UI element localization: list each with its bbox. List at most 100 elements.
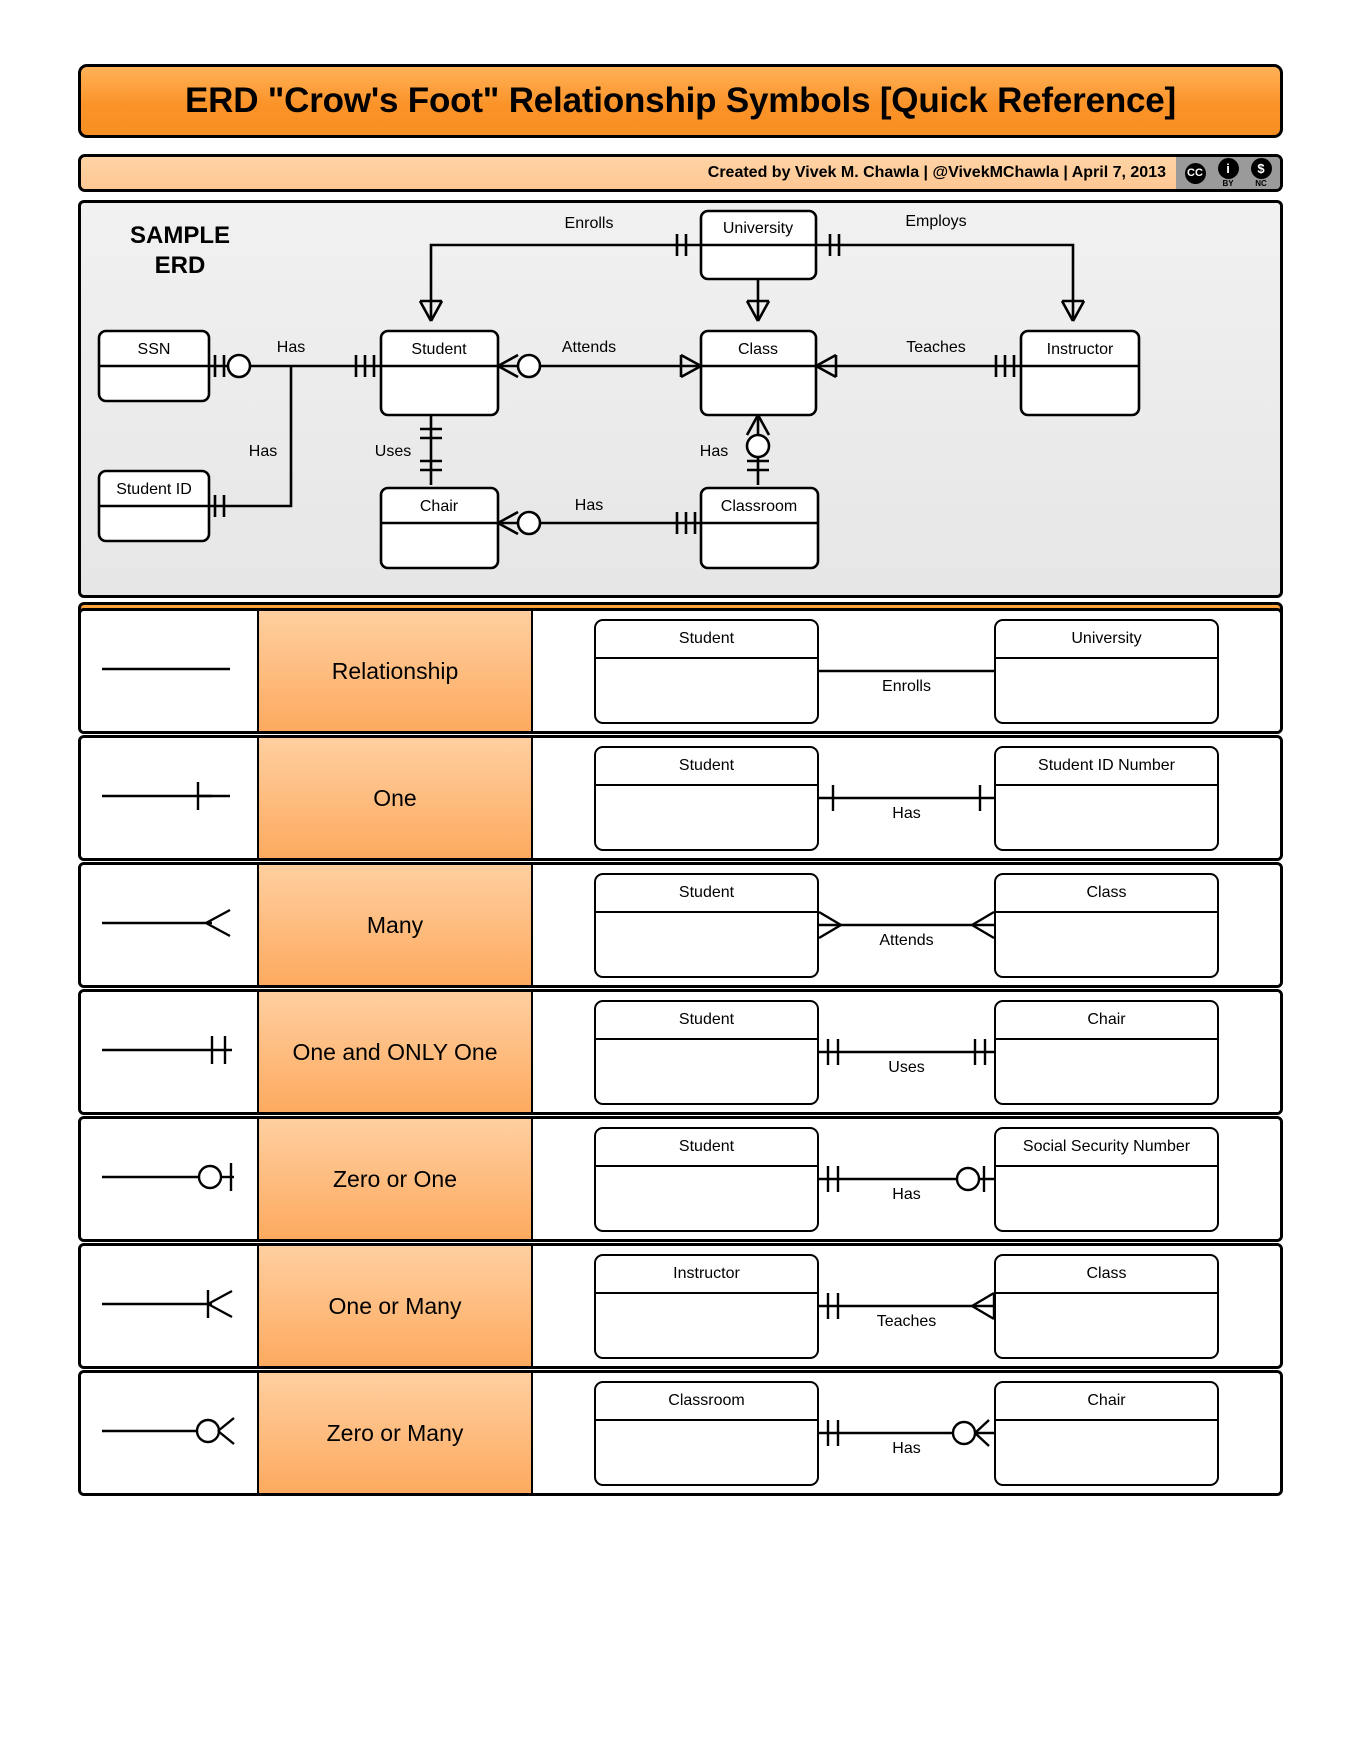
- example-connector: Has: [819, 1127, 994, 1232]
- meaning-cell: Zero or Many: [259, 1373, 533, 1493]
- erd-entity-instructor: Instructor: [1019, 329, 1141, 417]
- erd-rel-label-has-chair: Has: [575, 497, 603, 514]
- entity-name: Chair: [996, 1002, 1217, 1040]
- table-row: Zero or Many Classroom Has Chair: [78, 1370, 1283, 1496]
- table-row: One Student Has Student ID Number: [78, 735, 1283, 861]
- example-entity-left: Student: [594, 1126, 819, 1232]
- dollar-slash-icon: $: [1250, 158, 1272, 179]
- relationship-notation-icon: [94, 639, 244, 704]
- erd-rel-label-enrolls: Enrolls: [565, 215, 614, 232]
- erd-quick-reference-page: ERD "Crow's Foot" Relationship Symbols […: [0, 0, 1360, 1760]
- meaning-cell: Zero or One: [259, 1119, 533, 1239]
- svg-text:Student ID: Student ID: [116, 481, 192, 498]
- credit-text: Created by Vivek M. Chawla | @VivekMChaw…: [707, 164, 1166, 181]
- zero-or-many-notation-icon: [94, 1401, 244, 1466]
- example-entity-right: Class: [994, 1253, 1219, 1359]
- credit-bar: Created by Vivek M. Chawla | @VivekMChaw…: [78, 154, 1283, 192]
- entity-name: Student: [596, 748, 817, 786]
- example-entity-left: Student: [594, 999, 819, 1105]
- example-entity-right: Class: [994, 872, 1219, 978]
- example-cell: Student Enrolls University: [533, 611, 1280, 731]
- one-and-only-one-notation-icon: [94, 1020, 244, 1085]
- table-row: One and ONLY One Student Uses Chair: [78, 989, 1283, 1115]
- entity-name: Student: [596, 875, 817, 913]
- example-entity-right: Student ID Number: [994, 745, 1219, 851]
- example-cell: Student Attends Class: [533, 865, 1280, 985]
- entity-name: Class: [996, 875, 1217, 913]
- table-row: Relationship Student Enrolls University: [78, 608, 1283, 734]
- erd-rel-label-uses: Uses: [375, 443, 411, 460]
- entity-name: Social Security Number: [996, 1129, 1217, 1167]
- entity-name: Instructor: [596, 1256, 817, 1294]
- example-diagram: Instructor Teaches Class: [594, 1253, 1219, 1359]
- erd-entity-student-id: Student ID: [97, 469, 211, 543]
- sample-erd-diagram: .ln{stroke:#000;stroke-width:2.6;fill:no…: [97, 209, 1141, 570]
- many-notation-icon: [94, 893, 244, 958]
- relationship-label: Teaches: [876, 1312, 937, 1330]
- notation-cell: [81, 1246, 259, 1366]
- table-row: Many Student Attends Class: [78, 862, 1283, 988]
- entity-name: Classroom: [596, 1383, 817, 1421]
- cc-nc-badge-icon: $ NC: [1246, 157, 1276, 189]
- svg-text:Class: Class: [738, 341, 778, 358]
- meaning-cell: One and ONLY One: [259, 992, 533, 1112]
- cc-badge-icon: CC: [1180, 157, 1210, 189]
- relationship-label: Has: [892, 804, 921, 822]
- example-entity-right: University: [994, 618, 1219, 724]
- example-entity-right: Social Security Number: [994, 1126, 1219, 1232]
- erd-entity-student: Student: [379, 329, 500, 417]
- entity-name: Student ID Number: [996, 748, 1217, 786]
- example-diagram: Student Enrolls University: [594, 618, 1219, 724]
- sample-erd-panel: SAMPLE ERD .ln{stroke:#000;stroke-width:…: [78, 200, 1283, 598]
- example-entity-left: Instructor: [594, 1253, 819, 1359]
- entity-name: Class: [996, 1256, 1217, 1294]
- example-cell: Instructor Teaches Class: [533, 1246, 1280, 1366]
- table-row: One or Many Instructor Teaches Class: [78, 1243, 1283, 1369]
- one-notation-icon: [94, 766, 244, 831]
- example-diagram: Student Attends Class: [594, 872, 1219, 978]
- entity-name: University: [996, 621, 1217, 659]
- example-cell: Classroom Has Chair: [533, 1373, 1280, 1493]
- entity-name: Student: [596, 621, 817, 659]
- relationship-label: Enrolls: [882, 677, 931, 695]
- erd-entity-classroom: Classroom: [699, 486, 820, 570]
- notation-cell: [81, 1119, 259, 1239]
- example-connector: Attends: [819, 873, 994, 978]
- notation-cell: [81, 611, 259, 731]
- relationship-label: Has: [892, 1185, 921, 1203]
- svg-text:University: University: [723, 220, 793, 237]
- svg-text:Classroom: Classroom: [721, 498, 797, 515]
- notation-cell: [81, 992, 259, 1112]
- notation-cell: [81, 865, 259, 985]
- example-entity-left: Classroom: [594, 1380, 819, 1486]
- svg-text:SSN: SSN: [138, 341, 171, 358]
- example-cell: Student Has Student ID Number: [533, 738, 1280, 858]
- example-connector: Enrolls: [819, 619, 994, 724]
- example-diagram: Student Uses Chair: [594, 999, 1219, 1105]
- svg-text:Instructor: Instructor: [1047, 341, 1114, 358]
- svg-text:Student: Student: [411, 341, 467, 358]
- cc-logo-icon: CC: [1184, 162, 1206, 184]
- example-connector: Has: [819, 746, 994, 851]
- erd-entity-chair: Chair: [379, 486, 500, 570]
- example-entity-right: Chair: [994, 1380, 1219, 1486]
- page-title: ERD "Crow's Foot" Relationship Symbols […: [184, 81, 1177, 120]
- meaning-cell: Relationship: [259, 611, 533, 731]
- cc-by-badge-icon: i BY: [1213, 157, 1243, 189]
- example-connector: Teaches: [819, 1254, 994, 1359]
- cc-by-label: BY: [1222, 179, 1234, 188]
- example-connector: Has: [819, 1381, 994, 1486]
- svg-text:Chair: Chair: [420, 498, 459, 515]
- zero-or-one-notation-icon: [94, 1147, 244, 1212]
- example-diagram: Student Has Student ID Number: [594, 745, 1219, 851]
- example-entity-left: Student: [594, 745, 819, 851]
- erd-rel-label-has-classroom: Has: [700, 443, 728, 460]
- erd-rel-label-has-studentid: Has: [249, 443, 277, 460]
- erd-entity-ssn: SSN: [97, 329, 211, 403]
- erd-rel-label-employs: Employs: [905, 213, 966, 230]
- example-connector: Uses: [819, 1000, 994, 1105]
- example-entity-left: Student: [594, 872, 819, 978]
- page-title-bar: ERD "Crow's Foot" Relationship Symbols […: [78, 64, 1283, 138]
- meaning-cell: Many: [259, 865, 533, 985]
- example-cell: Student Uses Chair: [533, 992, 1280, 1112]
